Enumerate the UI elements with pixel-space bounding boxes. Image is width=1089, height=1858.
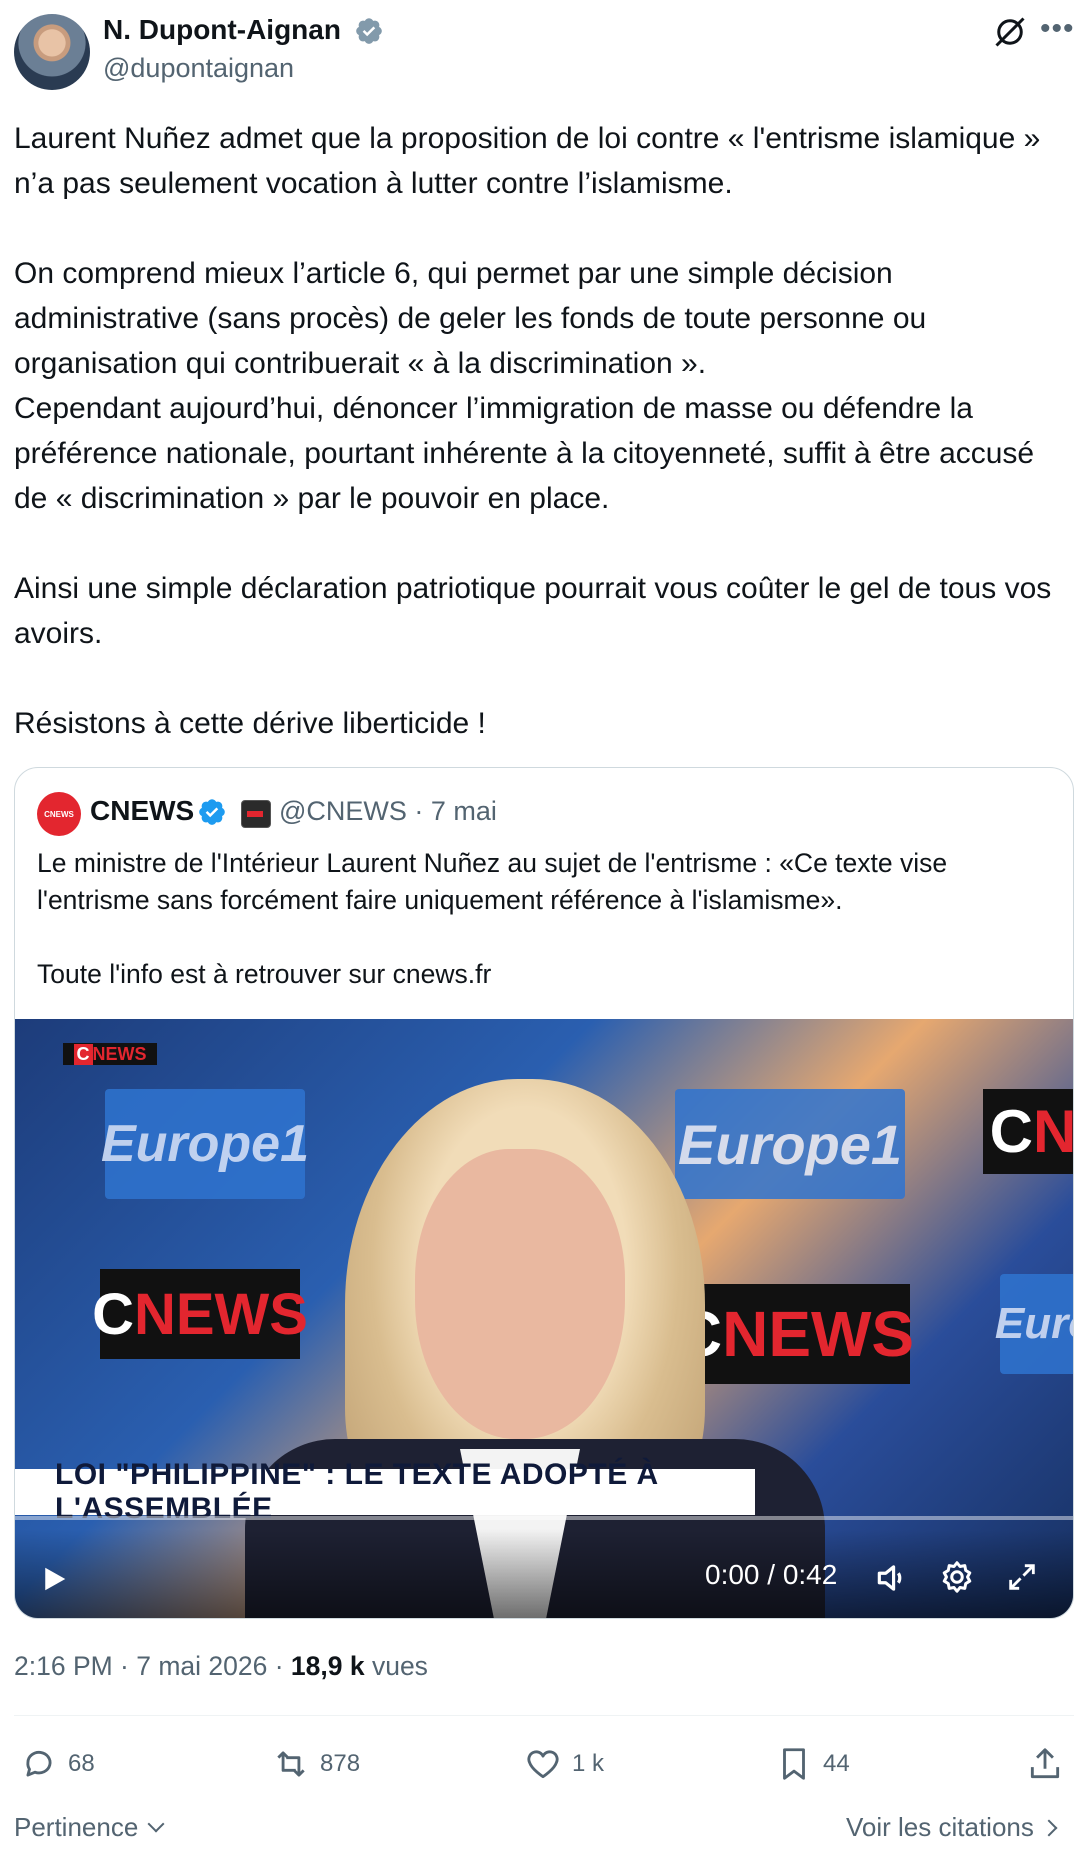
share-icon [1030,1748,1060,1779]
divider [14,1715,1074,1716]
view-quotes-link[interactable]: Voir les citations [846,1812,1058,1843]
chevron-right-icon [1040,1819,1058,1837]
europe1-panel: Europe1 [101,1089,309,1199]
views-label: vues [364,1651,428,1681]
bookmark-icon [783,1748,805,1780]
video-progress-bar[interactable] [15,1516,1073,1520]
author-name[interactable]: N. Dupont-Aignan [103,14,341,46]
affiliation-badge-icon[interactable] [241,800,271,828]
like-button[interactable]: 1 k [524,1745,604,1783]
cnews-corner-logo: C NEWS [63,1043,157,1065]
more-options-icon[interactable]: ••• [1040,12,1075,46]
repost-button[interactable]: 878 [272,1745,360,1783]
sort-dropdown[interactable]: Pertinence [14,1812,165,1843]
volume-icon[interactable] [873,1559,911,1597]
quote-text: Le ministre de l'Intérieur Laurent Nuñez… [37,848,948,989]
views-count: 18,9 k [290,1651,365,1681]
quoted-tweet[interactable]: CNEWS CNEWS @CNEWS · 7 mai Le ministre d… [14,767,1074,1619]
settings-gear-icon[interactable] [939,1559,975,1595]
author-avatar[interactable] [14,14,90,90]
repost-count: 878 [320,1750,361,1777]
presenter-face [415,1149,625,1439]
author-handle[interactable]: @dupontaignan [103,53,294,84]
europe1-panel: Euro [995,1274,1073,1374]
view-quotes-label: Voir les citations [846,1812,1034,1842]
sort-label: Pertinence [14,1812,139,1842]
bookmark-count: 44 [823,1750,850,1777]
timestamp[interactable]: 2:16 PM · 7 mai 2026 · [14,1651,291,1681]
grok-icon[interactable] [992,14,1028,50]
video-timecode: 0:00 / 0:42 [705,1559,838,1590]
cnews-panel: CNEWS [676,1284,914,1384]
bookmark-button[interactable]: 44 [775,1745,850,1783]
europe1-panel: Europe1 [675,1089,905,1199]
tweet-meta: 2:16 PM · 7 mai 2026 · 18,9 k vues [14,1651,428,1682]
chevron-down-icon [147,1815,165,1833]
repost-icon [277,1751,305,1777]
share-button[interactable] [1026,1745,1074,1783]
news-banner: LOI "PHILIPPINE" : LE TEXTE ADOPTÉ À L'A… [15,1458,755,1525]
tweet-text: Laurent Nuñez admet que la proposition d… [14,122,1052,740]
quote-handle-date: @CNEWS · 7 mai [279,796,497,826]
verified-badge-icon [199,799,225,825]
quote-author-name[interactable]: CNEWS [90,795,194,827]
cnews-panel: CN [983,1089,1073,1174]
cnews-avatar[interactable]: CNEWS [37,792,81,836]
cnews-panel: CNEWS [92,1269,308,1359]
video-player[interactable]: Europe1 Europe1 Euro CNEWS CNEWS CN CNEW… [15,1019,1073,1618]
verified-badge-icon [356,18,382,44]
play-icon[interactable] [39,1564,69,1594]
reply-button[interactable]: 68 [20,1745,95,1783]
heart-icon [527,1750,559,1779]
fullscreen-icon[interactable] [1005,1560,1039,1594]
reply-icon [26,1750,52,1777]
reply-count: 68 [68,1750,95,1777]
like-count: 1 k [572,1750,605,1777]
video-controls [15,1529,1073,1618]
